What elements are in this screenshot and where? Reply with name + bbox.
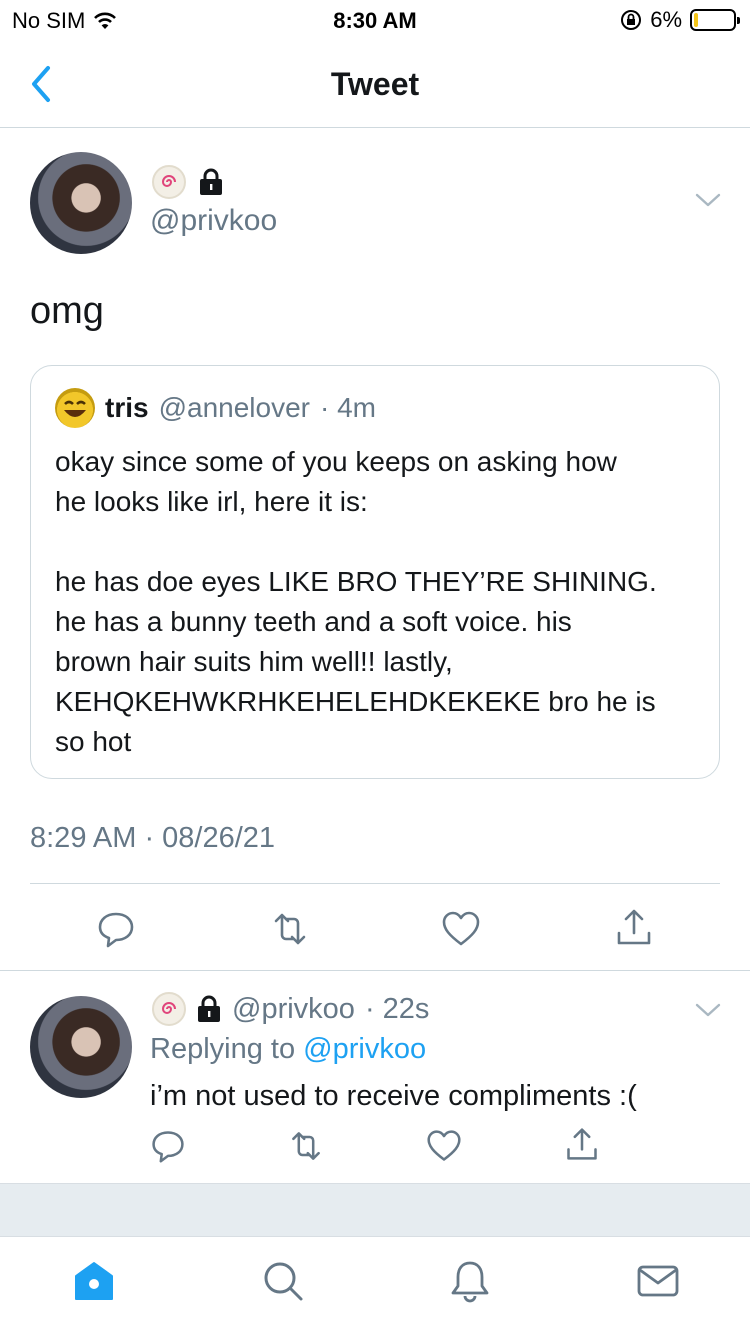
comment-icon[interactable] (96, 909, 136, 949)
reply-actions (0, 1128, 750, 1168)
status-bar: No SIM 8:30 AM 6% (0, 0, 750, 40)
comment-icon[interactable] (150, 1128, 186, 1164)
quote-age: · 4m (319, 392, 376, 423)
bell-icon[interactable] (448, 1259, 492, 1303)
quoted-tweet[interactable]: tris @annelover · 4m okay since some of … (30, 365, 720, 779)
home-icon[interactable] (72, 1259, 116, 1303)
lock-icon (200, 168, 222, 195)
avatar[interactable] (30, 996, 132, 1098)
user-badges (152, 165, 224, 199)
reply-text: i’m not used to receive compliments :( (150, 1080, 637, 1112)
battery-icon (690, 9, 740, 31)
quote-handle: @annelover (158, 392, 310, 423)
divider (0, 970, 750, 971)
chevron-down-icon[interactable] (694, 1000, 722, 1020)
replying-prefix: Replying to (150, 1033, 304, 1065)
nav-header: Tweet (0, 40, 750, 128)
reply-handle[interactable]: @privkoo (232, 993, 355, 1026)
laughing-emoji-avatar (55, 388, 95, 428)
lock-icon (198, 995, 220, 1022)
share-icon[interactable] (614, 907, 654, 947)
retweet-icon[interactable] (288, 1128, 324, 1164)
share-icon[interactable] (564, 1126, 600, 1162)
retweet-icon[interactable] (270, 909, 310, 949)
search-icon[interactable] (261, 1259, 305, 1303)
tweet-timestamp: 8:29 AM · 08/26/21 (30, 822, 276, 854)
status-right: 6% (620, 7, 740, 33)
swirl-emoji-icon (152, 992, 186, 1026)
tab-bar (0, 1236, 750, 1334)
avatar[interactable] (30, 152, 132, 254)
reply-header: @privkoo · 22s (152, 992, 429, 1026)
tweet-handle[interactable]: @privkoo (150, 204, 277, 238)
tweet-text: omg (30, 290, 104, 332)
replying-mention-link[interactable]: @privkoo (303, 1033, 426, 1065)
heart-icon[interactable] (441, 909, 481, 949)
heart-icon[interactable] (426, 1128, 462, 1164)
page-title: Tweet (330, 66, 420, 102)
orientation-lock-icon (621, 10, 642, 30)
battery-percent: 6% (650, 7, 682, 32)
chevron-down-icon[interactable] (694, 190, 722, 210)
swirl-emoji-icon (152, 165, 186, 199)
reply-age: · 22s (364, 992, 430, 1025)
replying-to: Replying to @privkoo (150, 1033, 426, 1066)
feed-end-separator (0, 1183, 750, 1236)
divider (30, 883, 720, 884)
tweet-actions (0, 905, 750, 955)
quote-name: tris (105, 392, 149, 423)
quote-header: tris @annelover · 4m (55, 388, 695, 428)
mail-icon[interactable] (636, 1259, 680, 1303)
quote-body: okay since some of you keeps on asking h… (55, 446, 657, 757)
